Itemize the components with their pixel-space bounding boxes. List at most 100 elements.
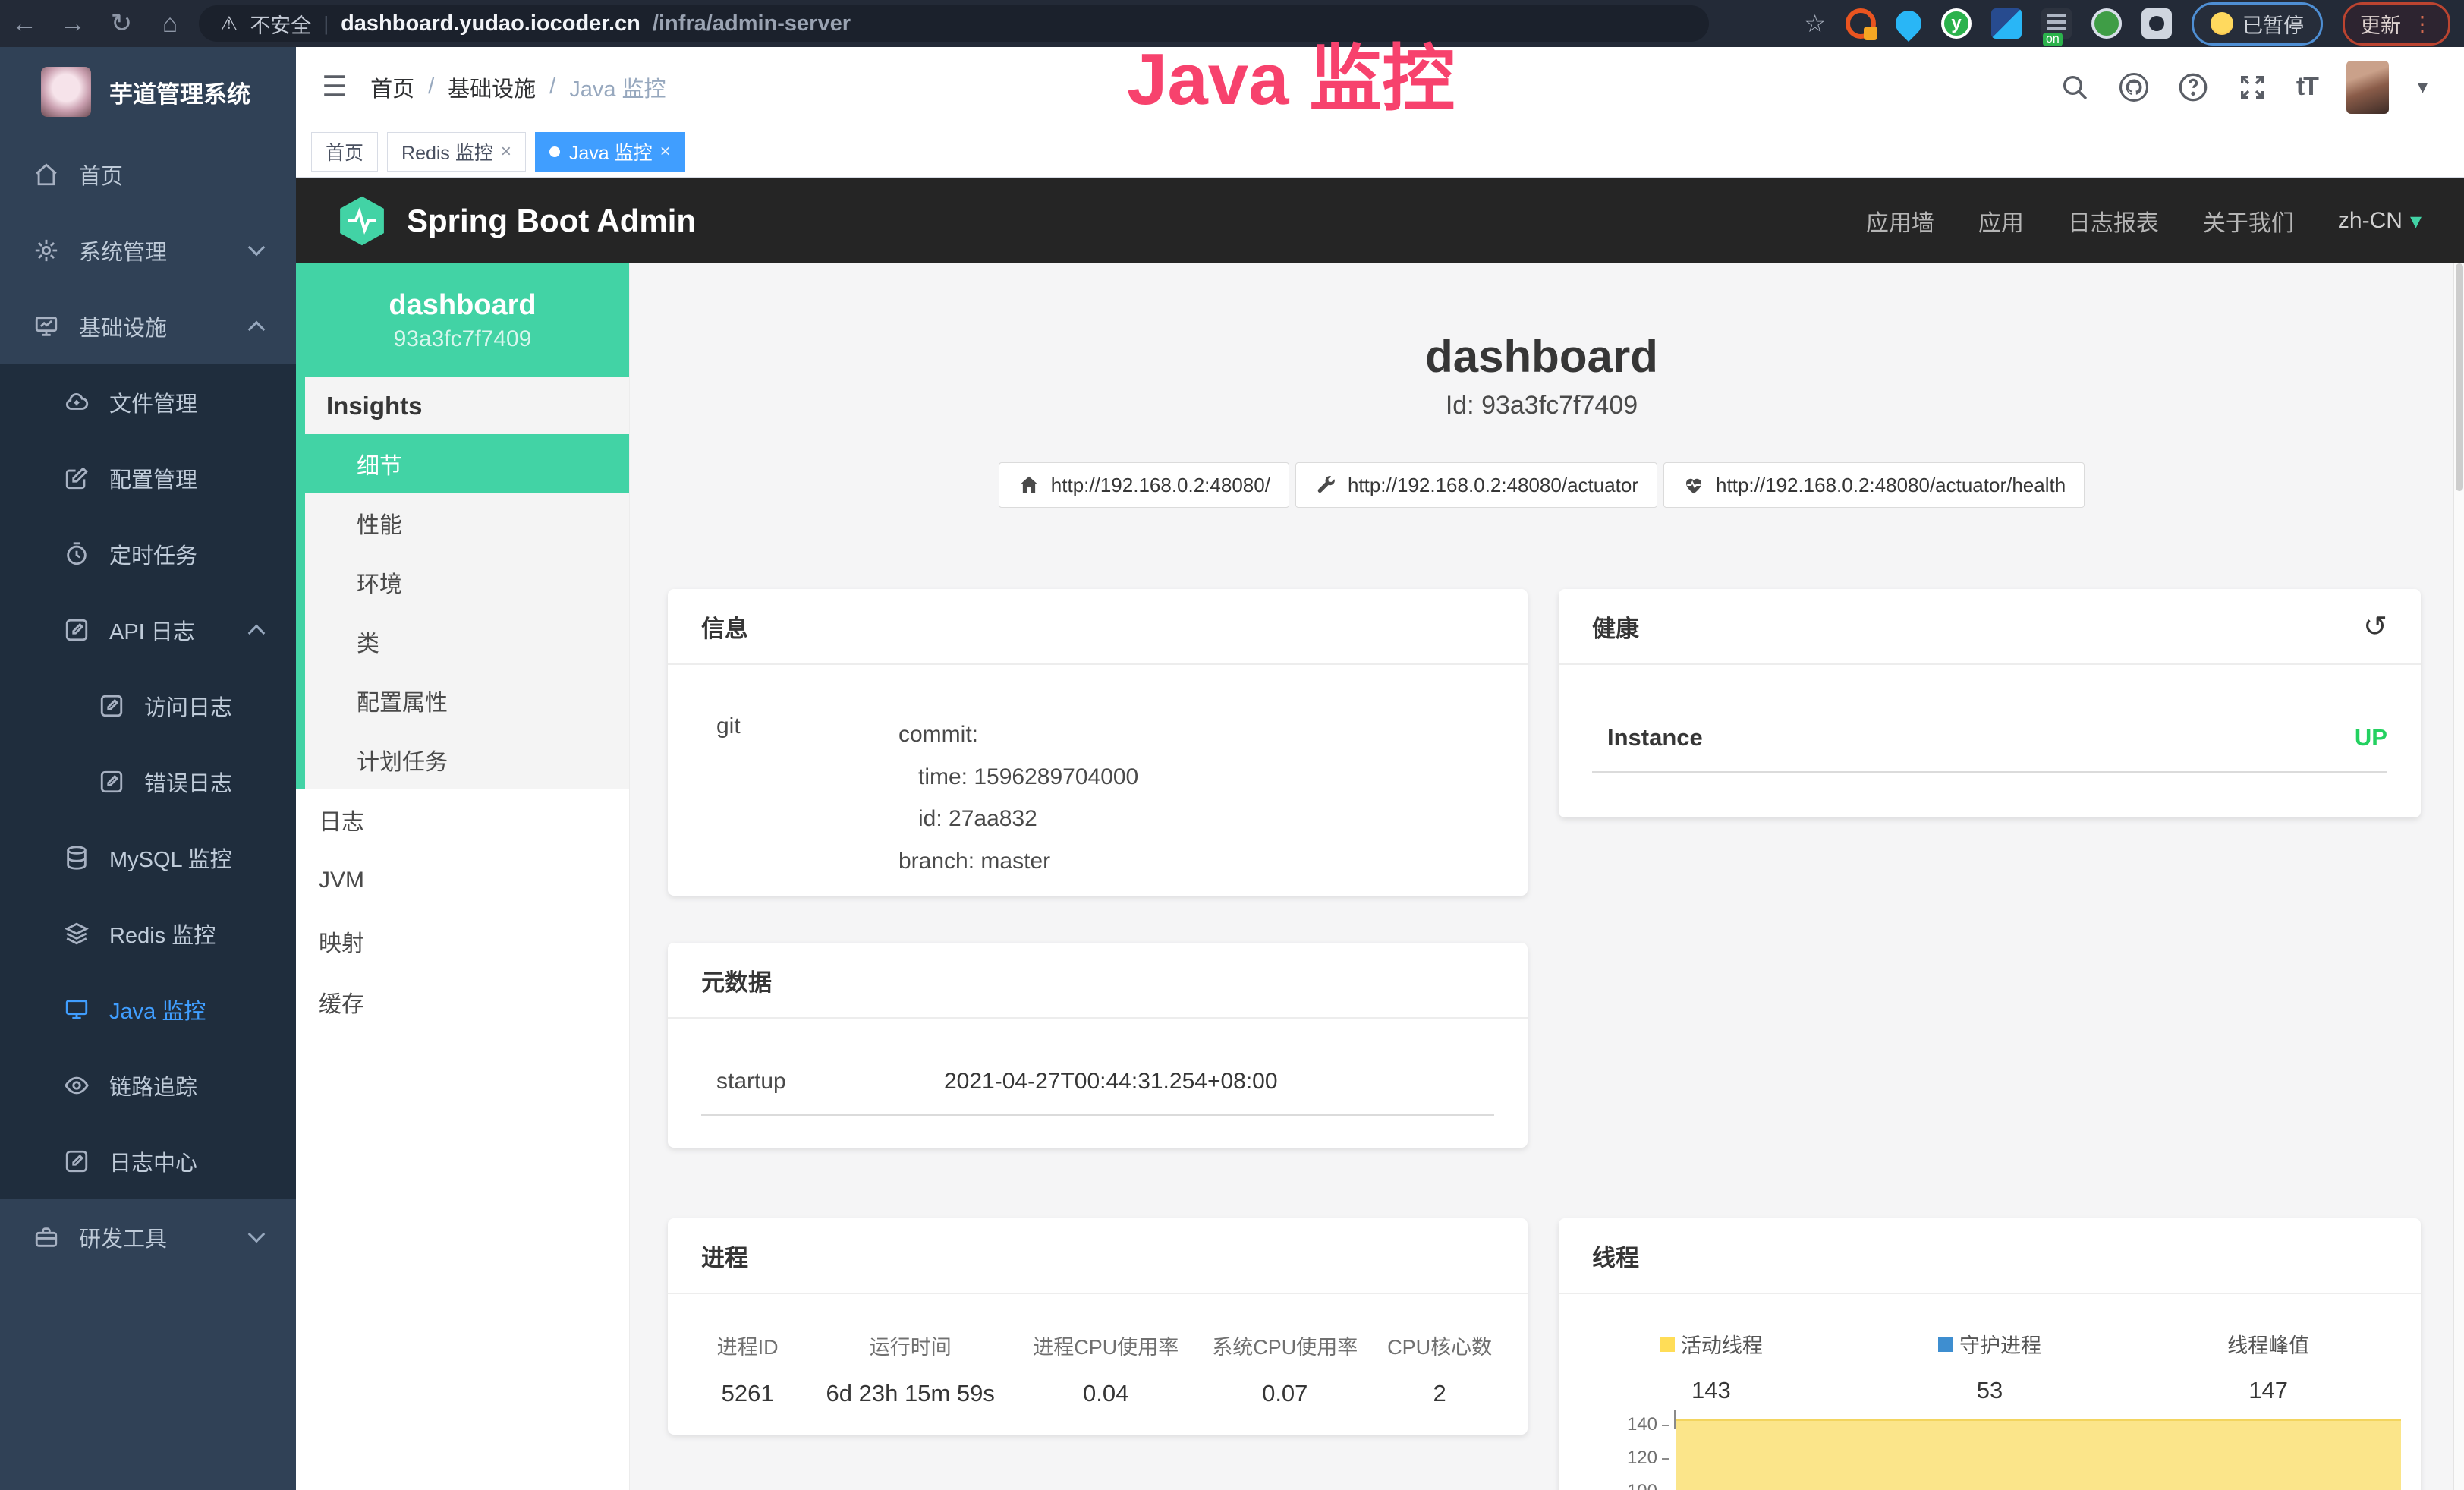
- sidebar-item-mysql-monitor[interactable]: MySQL 监控: [0, 820, 296, 896]
- legend-swatch-yellow: [1660, 1337, 1675, 1352]
- extension-icon[interactable]: [2091, 8, 2122, 39]
- search-icon[interactable]: [2060, 72, 2090, 102]
- sba-menu-metrics[interactable]: 性能: [305, 493, 629, 553]
- git-commit-label: commit:: [898, 713, 1138, 756]
- health-url-chip[interactable]: http://192.168.0.2:48080/actuator/health: [1663, 462, 2085, 508]
- user-menu-caret-icon[interactable]: ▾: [2418, 75, 2428, 99]
- sidebar-item-dev-tools[interactable]: 研发工具: [0, 1199, 296, 1275]
- daemon-threads-value: 53: [1849, 1377, 2132, 1404]
- tab-home[interactable]: 首页: [311, 132, 378, 172]
- sba-nav-about[interactable]: 关于我们: [2203, 204, 2294, 238]
- extension-icon[interactable]: [1991, 8, 2022, 39]
- info-card-title: 信息: [701, 610, 748, 644]
- extension-pin-icon[interactable]: [1890, 5, 1927, 42]
- sba-nav-journal[interactable]: 日志报表: [2068, 204, 2159, 238]
- extensions-puzzle-icon[interactable]: [2141, 8, 2172, 39]
- health-instance-row[interactable]: Instance UP: [1559, 665, 2421, 751]
- sba-menu-caches[interactable]: 缓存: [296, 972, 629, 1032]
- sidebar-item-scheduled-jobs[interactable]: 定时任务: [0, 516, 296, 592]
- threads-legend: 活动线程 守护进程 线程峰值 143 53 147: [1559, 1294, 2421, 1404]
- tab-redis-monitor[interactable]: Redis 监控 ×: [387, 132, 526, 172]
- sba-body: dashboard 93a3fc7f7409 Insights 细节 性能 环境…: [296, 263, 2464, 1490]
- threads-card: 线程 活动线程 守护进程 线程峰值: [1559, 1218, 2421, 1490]
- chevron-down-icon: [248, 1226, 266, 1243]
- sba-menu-logs[interactable]: 日志: [296, 789, 629, 850]
- header-actions: tT ▾: [2060, 61, 2464, 114]
- instance-header[interactable]: dashboard 93a3fc7f7409: [296, 263, 629, 377]
- sba-menu-config-props[interactable]: 配置属性: [305, 671, 629, 730]
- service-url-chip[interactable]: http://192.168.0.2:48080/: [999, 462, 1289, 508]
- sba-nav-applications[interactable]: 应用: [1978, 204, 2024, 238]
- hamburger-icon[interactable]: ☰: [296, 70, 370, 104]
- tab-label: 首页: [326, 138, 363, 165]
- close-icon[interactable]: ×: [660, 141, 671, 162]
- sba-menu-classes[interactable]: 类: [305, 612, 629, 671]
- sidebar-item-label: 研发工具: [79, 1221, 167, 1253]
- service-url: http://192.168.0.2:48080/: [1051, 474, 1270, 497]
- browser-back-icon[interactable]: ←: [0, 9, 49, 39]
- sidebar-item-label: 配置管理: [109, 462, 197, 494]
- github-icon[interactable]: [2119, 72, 2149, 102]
- sidebar-item-java-monitor[interactable]: Java 监控: [0, 972, 296, 1047]
- tab-java-monitor[interactable]: Java 监控 ×: [535, 132, 685, 172]
- sba-menu-mappings[interactable]: 映射: [296, 911, 629, 972]
- sba-menu-jvm[interactable]: JVM: [296, 850, 629, 911]
- extension-icon[interactable]: [1846, 8, 1876, 39]
- browser-reload-icon[interactable]: ↻: [97, 8, 146, 39]
- breadcrumb-home[interactable]: 首页: [370, 71, 414, 103]
- sidebar-item-config-management[interactable]: 配置管理: [0, 440, 296, 516]
- annotation-java-monitor: Java 监控: [1127, 20, 1455, 125]
- sba-menu-scheduled-tasks[interactable]: 计划任务: [305, 730, 629, 789]
- log-edit-icon: [64, 617, 90, 643]
- legend-daemon-threads: 守护进程: [1849, 1329, 2132, 1359]
- sidebar-item-file-management[interactable]: 文件管理: [0, 364, 296, 440]
- cpu-cores-value: 2: [1374, 1380, 1505, 1407]
- screen: ← → ↻ ⌂ ⚠ 不安全 | dashboard.yudao.iocoder.…: [0, 0, 2464, 1490]
- health-card-title: 健康: [1592, 610, 1639, 644]
- sidebar-item-api-logs[interactable]: API 日志: [0, 592, 296, 668]
- sidebar-item-system[interactable]: 系统管理: [0, 213, 296, 288]
- sidebar-item-log-center[interactable]: 日志中心: [0, 1123, 296, 1199]
- paused-badge[interactable]: 已暂停: [2192, 2, 2323, 46]
- sba-menu-environment[interactable]: 环境: [305, 553, 629, 612]
- extension-switch-icon[interactable]: [2041, 8, 2072, 39]
- sba-brand-title[interactable]: Spring Boot Admin: [407, 203, 696, 239]
- bookmark-star-icon[interactable]: ☆: [1804, 9, 1826, 38]
- y-axis-tick: 120: [1604, 1447, 1657, 1469]
- url-host: dashboard.yudao.iocoder.cn: [341, 11, 640, 36]
- scrollbar-thumb[interactable]: [2456, 263, 2463, 491]
- actuator-url: http://192.168.0.2:48080/actuator: [1348, 474, 1638, 497]
- content-scrollbar[interactable]: [2453, 263, 2464, 1490]
- user-avatar[interactable]: [2346, 61, 2389, 114]
- chevron-up-icon: [248, 625, 266, 642]
- close-icon[interactable]: ×: [501, 141, 511, 162]
- info-key: git: [716, 713, 898, 882]
- sidebar-item-error-logs[interactable]: 错误日志: [0, 744, 296, 820]
- home-icon: [33, 162, 59, 187]
- actuator-url-chip[interactable]: http://192.168.0.2:48080/actuator: [1295, 462, 1657, 508]
- locale-select[interactable]: zh-CN ▾: [2338, 208, 2422, 235]
- sba-menu-details[interactable]: 细节: [296, 434, 629, 493]
- browser-menu-dots-icon[interactable]: ⋮: [2412, 11, 2433, 36]
- sba-nav-wallboard[interactable]: 应用墙: [1866, 204, 1934, 238]
- sidebar-item-access-logs[interactable]: 访问日志: [0, 668, 296, 744]
- history-icon[interactable]: ↺: [2363, 610, 2387, 644]
- paused-label: 已暂停: [2242, 9, 2304, 39]
- breadcrumb-infrastructure[interactable]: 基础设施: [448, 71, 536, 103]
- tags-view-bar: 首页 Redis 监控 × Java 监控 ×: [296, 127, 2464, 178]
- app-logo-row[interactable]: 芋道管理系统: [0, 47, 296, 137]
- address-bar[interactable]: ⚠ 不安全 | dashboard.yudao.iocoder.cn/infra…: [199, 5, 1709, 42]
- browser-update-button[interactable]: 更新 ⋮: [2343, 2, 2450, 46]
- text-size-icon[interactable]: tT: [2296, 72, 2318, 102]
- browser-home-icon[interactable]: ⌂: [146, 9, 194, 39]
- status-badge: UP: [2355, 724, 2387, 751]
- browser-forward-icon[interactable]: →: [49, 9, 97, 39]
- sidebar-item-home[interactable]: 首页: [0, 137, 296, 213]
- help-icon[interactable]: [2178, 72, 2208, 102]
- sidebar-item-label: API 日志: [109, 614, 195, 646]
- sidebar-item-redis-monitor[interactable]: Redis 监控: [0, 896, 296, 972]
- sidebar-item-tracing[interactable]: 链路追踪: [0, 1047, 296, 1123]
- fullscreen-icon[interactable]: [2237, 72, 2267, 102]
- sidebar-item-infrastructure[interactable]: 基础设施: [0, 288, 296, 364]
- extension-icon[interactable]: y: [1941, 8, 1972, 39]
